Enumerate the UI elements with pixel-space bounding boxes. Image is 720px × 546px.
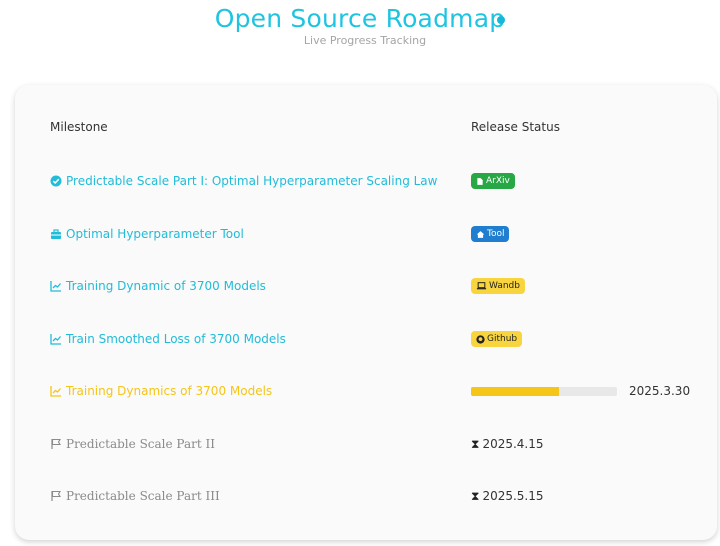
toolbox-icon [51,229,61,239]
milestone-link[interactable]: Predictable Scale Part I: Optimal Hyperp… [50,171,437,191]
hourglass-icon: ⧗ [471,488,480,503]
file-icon [477,177,483,185]
milestone-label: Predictable Scale Part II [66,437,215,451]
milestone-label: Optimal Hyperparameter Tool [66,227,244,241]
milestone-link: Predictable Scale Part II [50,434,215,454]
home-icon [476,230,485,238]
milestone-label: Training Dynamic of 3700 Models [66,279,266,293]
table-row: Training Dynamic of 3700 Models Wandb [15,276,717,316]
milestone-label: Predictable Scale Part I: Optimal Hyperp… [66,174,438,188]
page-title: Open Source Roadmap [214,4,506,33]
table-row: Training Dynamics of 3700 Models 2025.3.… [15,381,717,421]
tool-badge[interactable]: Tool [471,226,510,242]
milestone-link[interactable]: Optimal Hyperparameter Tool [50,224,244,244]
milestone-link[interactable]: Training Dynamic of 3700 Models [50,276,266,296]
milestone-link[interactable]: Train Smoothed Loss of 3700 Models [50,329,286,349]
roadmap-card: Milestone Release Status Predictable Sca… [15,85,717,540]
github-icon [476,334,485,344]
milestone-column-header: Milestone [50,120,108,134]
table-row: Predictable Scale Part I: Optimal Hyperp… [15,171,717,211]
milestone-label: Training Dynamics of 3700 Models [66,384,273,398]
arxiv-badge[interactable]: ArXiv [471,173,515,189]
milestone-link: Predictable Scale Part III [50,486,220,506]
milestone-link[interactable]: Training Dynamics of 3700 Models [50,381,272,401]
release-status-column-header: Release Status [471,120,560,134]
flag-icon [51,490,61,501]
flag-icon [51,438,61,449]
table-row: Predictable Scale Part III ⧗ 2025.5.15 [15,486,717,526]
chart-line-icon [50,334,61,345]
target-date: 2025.3.30 [629,384,691,398]
target-date: 2025.5.15 [482,489,544,503]
target-date: 2025.4.15 [482,437,544,451]
page-subtitle: Live Progress Tracking [303,34,427,47]
table-row: Train Smoothed Loss of 3700 Models Githu… [15,329,717,369]
check-circle-icon [50,175,62,187]
milestone-label: Predictable Scale Part III [66,489,220,503]
chart-line-icon [50,281,61,292]
chart-line-icon [50,386,61,397]
hourglass-icon: ⧗ [471,436,480,451]
github-badge[interactable]: Github [471,331,523,347]
progress-bar [471,386,617,396]
live-indicator-dot [497,16,505,24]
laptop-icon [476,282,487,290]
table-row: Predictable Scale Part II ⧗ 2025.4.15 [15,434,717,474]
milestone-label: Train Smoothed Loss of 3700 Models [66,332,286,346]
progress-fill [471,386,559,396]
table-row: Optimal Hyperparameter Tool Tool [15,224,717,264]
wandb-badge[interactable]: Wandb [471,278,525,294]
